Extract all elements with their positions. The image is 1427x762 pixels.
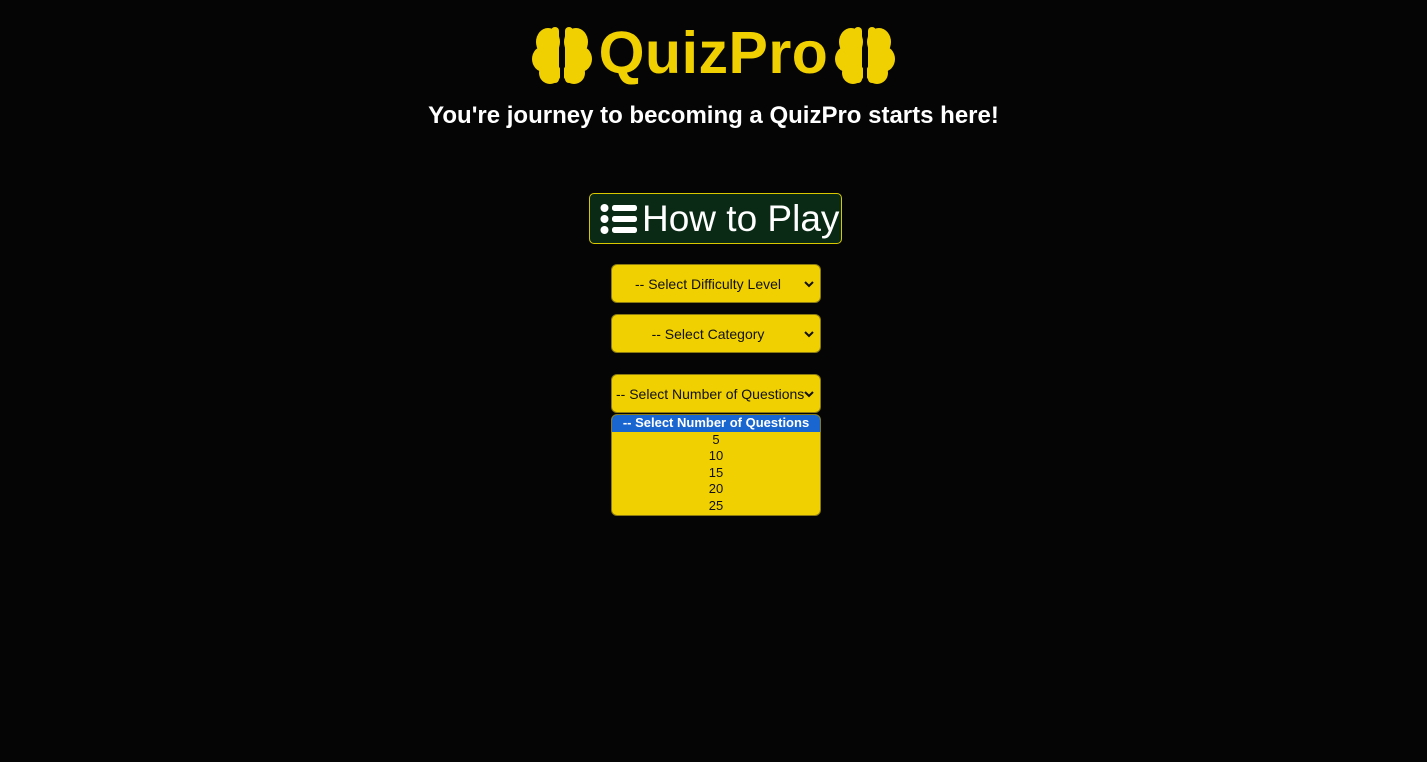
dropdown-option[interactable]: -- Select Number of Questions [612,415,820,432]
difficulty-select[interactable]: -- Select Difficulty Level [611,264,821,303]
dropdown-option[interactable]: 5 [612,432,820,449]
page: QuizPro You're journey to becoming a Qui… [0,0,1427,762]
number-of-questions-select[interactable]: -- Select Number of Questions [611,374,821,413]
number-of-questions-select-value: -- Select Number of Questions [616,385,804,402]
brain-icon [835,25,896,84]
number-of-questions-dropdown: -- Select Number of Questions 5 10 15 20… [611,414,821,516]
brand-title: QuizPro [598,20,829,86]
list-icon [600,203,637,234]
chevron-down-icon [804,280,814,287]
brain-icon [531,25,592,84]
dropdown-option[interactable]: 20 [612,481,820,498]
header: QuizPro [0,18,1427,88]
dropdown-option[interactable]: 10 [612,448,820,465]
dropdown-option[interactable]: 15 [612,465,820,482]
tagline: You're journey to becoming a QuizPro sta… [428,102,999,129]
difficulty-select-value: -- Select Difficulty Level [634,275,781,292]
category-select-value: -- Select Category [651,325,765,342]
category-select[interactable]: -- Select Category [611,314,821,353]
how-to-play-button[interactable]: How to Play [589,193,842,244]
chevron-down-icon [804,390,814,397]
chevron-down-icon [804,330,814,337]
how-to-play-label: How to Play [642,197,840,239]
dropdown-option[interactable]: 25 [612,498,820,515]
